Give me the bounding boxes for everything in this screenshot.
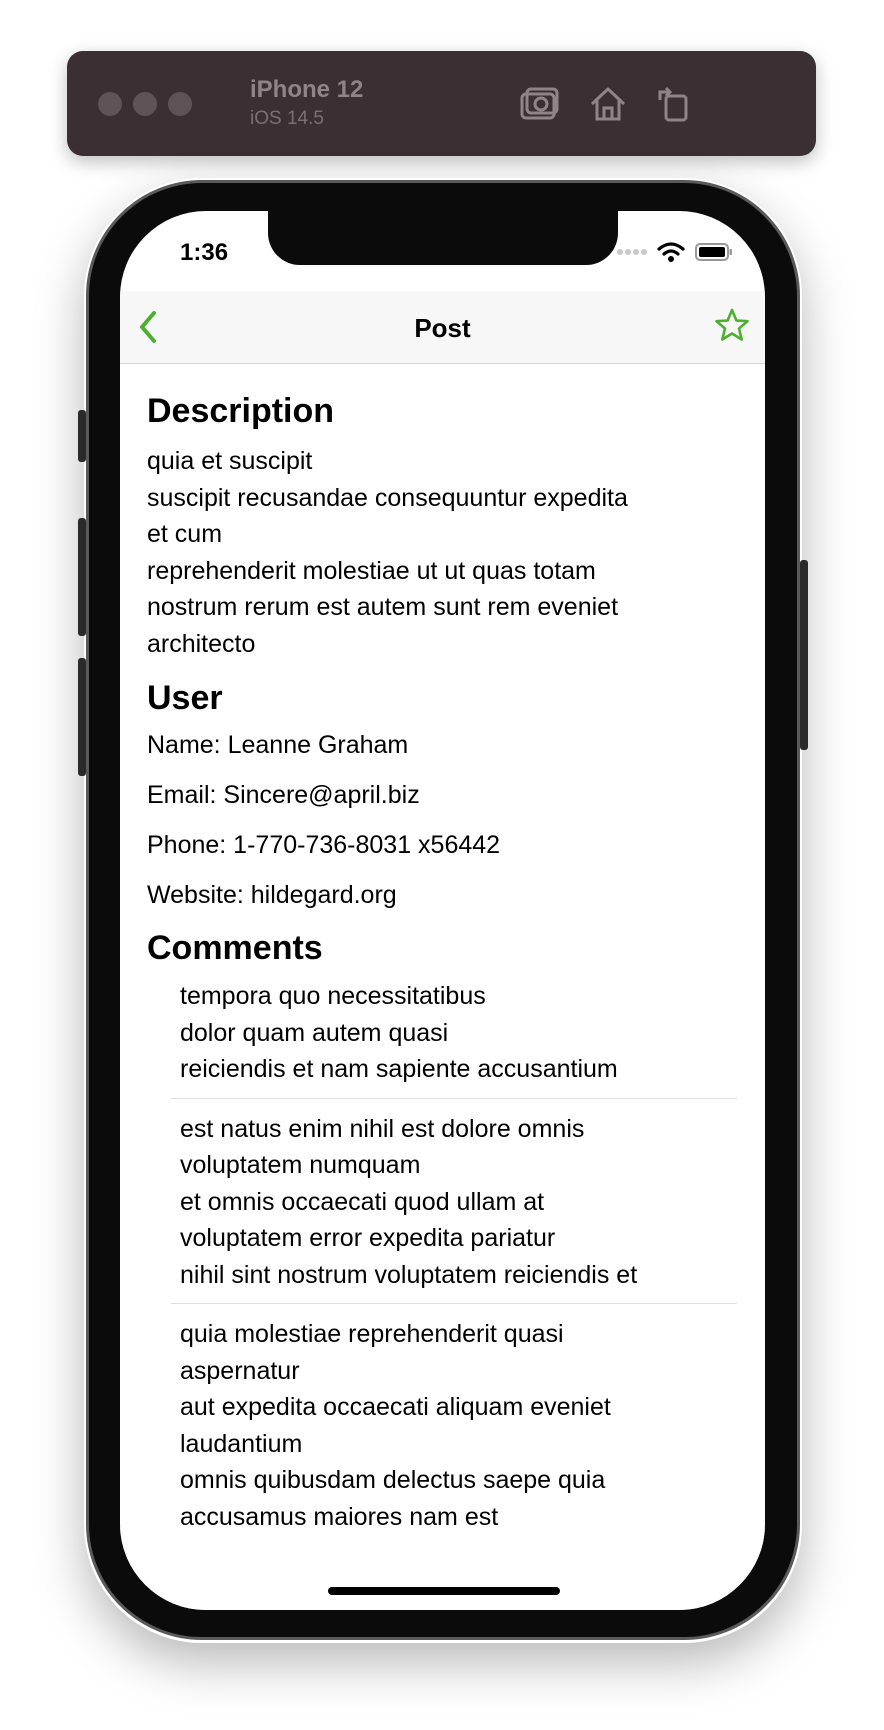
comment-item[interactable]: tempora quo necessitatibus dolor quam au… xyxy=(171,978,737,1099)
window-minimize-button[interactable] xyxy=(133,92,157,116)
simulator-device-name: iPhone 12 xyxy=(250,76,364,103)
mute-switch xyxy=(78,410,86,462)
description-heading: Description xyxy=(147,392,335,430)
status-time: 1:36 xyxy=(180,239,229,266)
description-text: quia et suscipit suscipit recusandae con… xyxy=(147,447,628,658)
comments-list[interactable]: tempora quo necessitatibus dolor quam au… xyxy=(171,978,737,1545)
phone-screen: 1:36 Post Description quia et suscipit s… xyxy=(120,211,765,1610)
user-heading: User xyxy=(147,679,223,717)
navigation-bar: Post xyxy=(120,291,765,364)
user-phone: Phone: 1-770-736-8031 x56442 xyxy=(147,831,501,859)
home-indicator[interactable] xyxy=(328,1587,560,1595)
screenshot-icon[interactable] xyxy=(517,82,561,126)
post-content[interactable]: Description quia et suscipit suscipit re… xyxy=(147,391,737,1557)
comments-heading: Comments xyxy=(147,929,323,967)
window-zoom-button[interactable] xyxy=(168,92,192,116)
home-icon[interactable] xyxy=(586,82,630,126)
simulator-os-version: iOS 14.5 xyxy=(250,108,324,129)
comment-item[interactable]: est natus enim nihil est dolore omnis vo… xyxy=(171,1111,737,1304)
page-title: Post xyxy=(414,313,471,343)
notch xyxy=(268,211,618,265)
volume-up-button xyxy=(78,518,86,636)
user-website: Website: hildegard.org xyxy=(147,881,397,909)
comment-item[interactable]: quia molestiae reprehenderit quasi asper… xyxy=(171,1316,737,1545)
user-email: Email: Sincere@april.biz xyxy=(147,781,420,809)
bottom-safe-area xyxy=(120,1527,765,1610)
wifi-icon xyxy=(657,242,685,262)
window-close-button[interactable] xyxy=(98,92,122,116)
volume-down-button xyxy=(78,658,86,776)
favorite-star-icon[interactable] xyxy=(713,307,751,345)
status-icons xyxy=(617,241,733,263)
user-name: Name: Leanne Graham xyxy=(147,731,409,759)
rotate-icon[interactable] xyxy=(652,82,696,126)
signal-dots-icon xyxy=(617,249,647,255)
battery-icon xyxy=(695,243,732,261)
power-button xyxy=(800,560,808,750)
